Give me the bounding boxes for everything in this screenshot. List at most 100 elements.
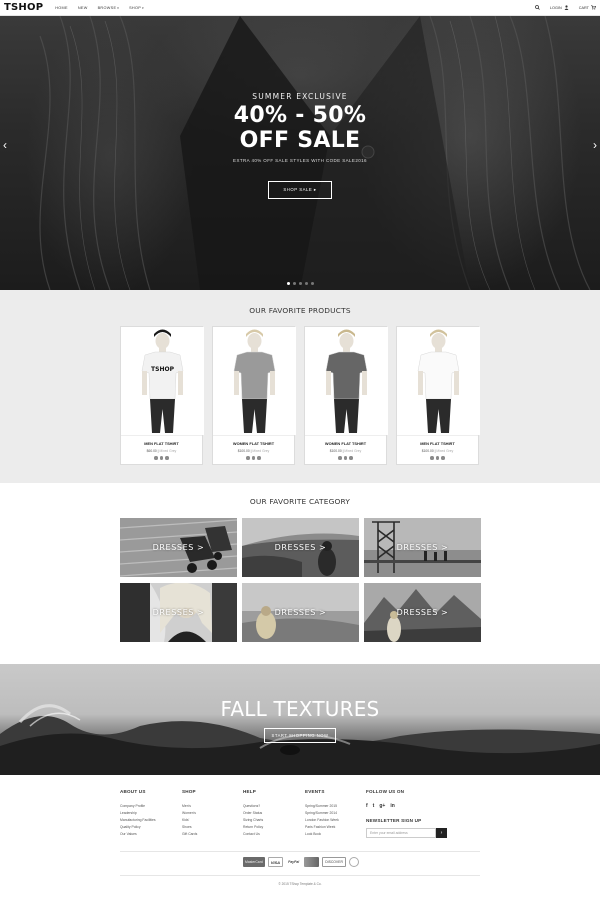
hero-kicker: SUMMER EXCLUSIVE [252, 92, 348, 101]
nav-home[interactable]: HOME [55, 6, 68, 10]
color-swatch[interactable] [251, 456, 256, 460]
product-price: $60.00 | Mixed Grey [146, 449, 177, 453]
chevron-down-icon: ▾ [117, 5, 120, 10]
newsletter-submit-button[interactable]: › [436, 828, 447, 838]
newsletter-form: Enter your email address › [366, 828, 447, 838]
slider-prev-arrow-icon[interactable]: ‹ [3, 138, 7, 152]
hero-title-line1: 40% - 50% [233, 103, 367, 128]
price-value: $100.00 [421, 449, 434, 453]
price-value: $60.00 [146, 449, 157, 453]
hero-subtitle: EXTRA 40% OFF SALE STYLES WITH CODE SALE… [233, 158, 367, 163]
footer-link[interactable]: Our Values [120, 831, 156, 838]
nav-browse[interactable]: BROWSE ▾ [98, 6, 120, 10]
footer-link[interactable]: Order Status [243, 810, 263, 817]
footer-link[interactable]: Gift Cards [182, 831, 197, 838]
shirt-print-text: TSHOP [151, 366, 175, 373]
start-shopping-button[interactable]: START SHOPPING NOW [264, 728, 336, 743]
footer-link[interactable]: Manufacturing Facilities [120, 817, 156, 824]
color-swatch[interactable] [246, 456, 250, 460]
category-tile[interactable]: DRESSES > [364, 583, 481, 642]
twitter-icon[interactable]: t [373, 803, 375, 809]
footer-link[interactable]: Spring/Summer 2015 [305, 803, 339, 810]
product-name[interactable]: WOMEN FLAT TSHIRT [213, 441, 294, 446]
category-label: DRESSES > [152, 543, 205, 552]
footer-link[interactable]: Return Policy [243, 824, 263, 831]
site-logo[interactable]: TSHOP [4, 2, 43, 13]
hero-background-image [39, 16, 591, 290]
footer-link[interactable]: Sizing Charts [243, 817, 263, 824]
product-image [213, 327, 296, 435]
product-name[interactable]: MEN FLAT TSHIRT [397, 441, 478, 446]
slider-dot[interactable] [311, 282, 314, 285]
color-swatch[interactable] [430, 456, 434, 460]
color-swatch[interactable] [165, 456, 169, 460]
color-swatch[interactable] [159, 456, 164, 460]
category-label: DRESSES > [274, 543, 327, 552]
category-tile[interactable]: DRESSES > [120, 583, 237, 642]
product-price: $100.00 | Mixed Grey [329, 449, 362, 453]
hero-slider: SUMMER EXCLUSIVE 40% - 50% OFF SALE EXTR… [0, 16, 600, 290]
color-swatch[interactable] [154, 456, 158, 460]
cart-link[interactable]: CART [579, 5, 596, 10]
newsletter-email-input[interactable]: Enter your email address [366, 828, 436, 838]
slider-dot[interactable] [299, 282, 302, 285]
footer-heading: EVENTS [305, 789, 325, 794]
product-card[interactable]: WOMEN FLAT TSHIRT $100.00 | Mixed Grey [304, 326, 388, 465]
visa-icon: VISA [267, 857, 284, 867]
category-tile[interactable]: DRESSES > [120, 518, 237, 577]
color-swatch[interactable] [349, 456, 353, 460]
section-title: OUR FAVORITE CATEGORY [249, 497, 351, 506]
search-button[interactable] [535, 5, 540, 10]
footer-col-shop: SHOP Men's Women's Kids' Shoes Gift Card… [182, 789, 197, 838]
footer-link[interactable]: Kids' [182, 817, 197, 824]
product-name[interactable]: WOMEN FLAT TSHIRT [305, 441, 386, 446]
color-swatch[interactable] [338, 456, 342, 460]
footer-link[interactable]: Questions? [243, 803, 263, 810]
footer-link[interactable]: Leadership [120, 810, 156, 817]
slider-dot[interactable] [293, 282, 296, 285]
slider-next-arrow-icon[interactable]: › [593, 138, 597, 152]
color-name: Mixed Grey [252, 449, 270, 453]
footer-link[interactable]: London Fashion Week [305, 817, 339, 824]
product-card[interactable]: WOMEN FLAT TSHIRT $100.00 | Mixed Grey [212, 326, 296, 465]
footer-link[interactable]: Company Profile [120, 803, 156, 810]
product-name[interactable]: MEN FLAT TSHIRT [121, 441, 202, 446]
card-divider [121, 435, 202, 436]
footer-link[interactable]: Spring/Summer 2014 [305, 810, 339, 817]
category-tile[interactable]: DRESSES > [242, 583, 359, 642]
footer-link[interactable]: Look Book [305, 831, 339, 838]
product-price: $100.00 | Mixed Grey [421, 449, 454, 453]
login-label: LOGIN [549, 5, 562, 10]
category-tile[interactable]: DRESSES > [364, 518, 481, 577]
footer-link[interactable]: Women's [182, 810, 197, 817]
category-label: DRESSES > [396, 608, 449, 617]
linkedin-icon[interactable]: in [390, 803, 394, 809]
shop-sale-button[interactable]: SHOP SALE ▸ [268, 181, 332, 199]
color-swatch[interactable] [435, 456, 440, 460]
price-value: $100.00 [329, 449, 342, 453]
product-card[interactable]: TSHOP MEN FLAT TSHIRT $60.00 | Mixed Grey [120, 326, 204, 465]
color-swatch[interactable] [343, 456, 348, 460]
product-card[interactable]: MEN FLAT TSHIRT $100.00 | Mixed Grey [396, 326, 480, 465]
slider-dot[interactable] [287, 282, 290, 285]
payment-seal-icon [348, 857, 359, 867]
footer-link[interactable]: Shoes [182, 824, 197, 831]
login-link[interactable]: LOGIN [550, 5, 569, 10]
color-swatch[interactable] [257, 456, 261, 460]
hero-title: 40% - 50% OFF SALE [0, 103, 600, 153]
slider-dot[interactable] [305, 282, 308, 285]
footer-link[interactable]: Paris Fashion Week [305, 824, 339, 831]
footer-link[interactable]: Men's [182, 803, 197, 810]
fall-textures-banner: FALL TEXTURES START SHOPPING NOW [0, 664, 600, 775]
facebook-icon[interactable]: f [366, 803, 368, 809]
nav-shop[interactable]: SHOP ▾ [129, 6, 144, 10]
footer-link[interactable]: Quality Policy [120, 824, 156, 831]
color-swatch[interactable] [441, 456, 445, 460]
color-swatches [397, 456, 478, 460]
chevron-down-icon: ▾ [142, 5, 144, 10]
color-name: Mixed Grey [436, 449, 454, 453]
category-tile[interactable]: DRESSES > [242, 518, 359, 577]
google-plus-icon[interactable]: g+ [379, 803, 385, 809]
footer-link[interactable]: Contact Us [243, 831, 263, 838]
nav-new[interactable]: NEW [78, 6, 88, 10]
